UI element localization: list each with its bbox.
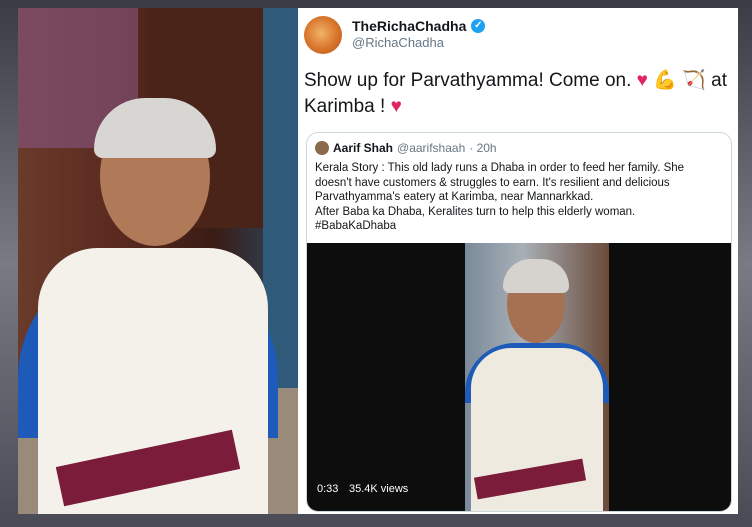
tweet-card[interactable]: TheRichaChadha ✓ @RichaChadha Show up fo…: [298, 8, 738, 514]
video-frame: [465, 243, 609, 511]
tweet-text: Show up for Parvathyamma! Come on. ♥ 💪 🏹…: [304, 68, 734, 120]
quoted-time[interactable]: · 20h: [469, 141, 496, 155]
quoted-tweet[interactable]: Aarif Shah @aarifshaah · 20h Kerala Stor…: [306, 132, 732, 512]
tweet-text-line1-tail: at: [711, 70, 727, 91]
woman-photo: [18, 8, 298, 514]
heart-icon: ♥: [636, 70, 648, 91]
verified-badge-icon: ✓: [471, 19, 486, 33]
quoted-avatar[interactable]: [315, 141, 329, 155]
quoted-display-name[interactable]: Aarif Shah: [333, 141, 393, 155]
user-handle[interactable]: @RichaChadha: [352, 35, 444, 50]
tweet-author: TheRichaChadha ✓: [352, 18, 486, 34]
quoted-line: doesn't have customers & struggles to ea…: [315, 176, 670, 189]
quoted-line: After Baba ka Dhaba, Keralites turn to h…: [315, 205, 636, 218]
heart-icon: ♥: [390, 96, 402, 117]
tweet-text-line2: Karimba !: [304, 96, 386, 117]
quoted-line: Parvathyamma's eatery at Karimba, near M…: [315, 191, 594, 203]
hashtag-link[interactable]: #BabaKaDhaba: [315, 219, 719, 234]
video-views: 35.4K views: [349, 483, 409, 495]
avatar[interactable]: [304, 16, 342, 54]
video-hair: [503, 259, 569, 293]
quoted-line: Kerala Story : This old lady runs a Dhab…: [315, 162, 685, 174]
quoted-handle[interactable]: @aarifshaah: [397, 141, 465, 155]
display-name[interactable]: TheRichaChadha: [352, 18, 466, 34]
video-player[interactable]: 0:33 35.4K views: [307, 243, 731, 511]
flexed-biceps-icon: 💪: [653, 70, 677, 91]
bow-and-arrow-icon: 🏹: [682, 70, 706, 91]
tweet-text-line1: Show up for Parvathyamma! Come on.: [304, 70, 632, 91]
quoted-tweet-header: Aarif Shah @aarifshaah · 20h: [315, 141, 497, 155]
video-duration: 0:33: [317, 483, 339, 495]
quoted-tweet-text: Kerala Story : This old lady runs a Dhab…: [315, 161, 719, 234]
